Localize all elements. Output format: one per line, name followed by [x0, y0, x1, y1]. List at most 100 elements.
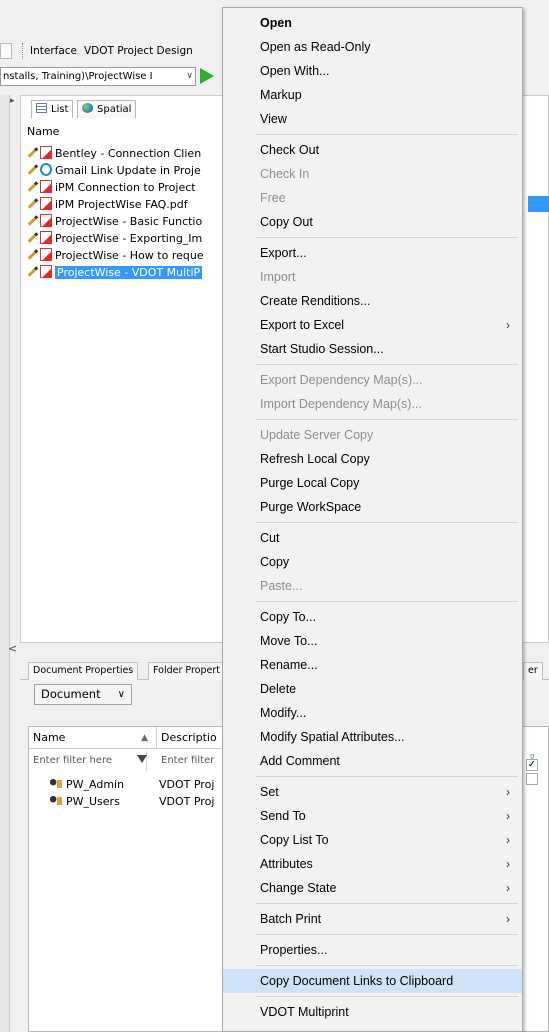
- path-combo[interactable]: nstalls, Training)\ProjectWise I ∨: [0, 67, 196, 86]
- pdf-file-icon: [40, 180, 52, 193]
- menu-item-label: Attributes: [260, 857, 313, 871]
- menu-item-label: Start Studio Session...: [260, 342, 384, 356]
- tab-folder-properties[interactable]: Folder Propert: [148, 662, 225, 680]
- menu-item-copy[interactable]: Copy: [223, 550, 522, 574]
- menu-item-purge-workspace[interactable]: Purge WorkSpace: [223, 495, 522, 519]
- menu-item-label: Cut: [260, 531, 280, 545]
- go-play-icon[interactable]: [200, 68, 214, 84]
- scroll-left-icon[interactable]: <: [8, 642, 17, 655]
- tab-list[interactable]: List: [31, 100, 74, 118]
- menu-item-check-out[interactable]: Check Out: [223, 138, 522, 162]
- menu-item-open-as-read-only[interactable]: Open as Read-Only: [223, 35, 522, 59]
- menu-item-start-studio-session[interactable]: Start Studio Session...: [223, 337, 522, 361]
- menu-item-paste[interactable]: Paste...: [223, 574, 522, 598]
- menu-item-purge-local-copy[interactable]: Purge Local Copy: [223, 471, 522, 495]
- user-row[interactable]: PW_Users: [49, 794, 120, 810]
- menu-item-label: Move To...: [260, 634, 318, 648]
- tab-document-properties[interactable]: Document Properties: [28, 662, 139, 680]
- document-row[interactable]: Gmail Link Update in Proje: [27, 163, 227, 179]
- menu-item-label: View: [260, 112, 287, 126]
- menu-item-properties[interactable]: Properties...: [223, 938, 522, 962]
- chevron-right-icon: ›: [506, 833, 510, 847]
- menu-item-copy-document-links-to-clipboard[interactable]: Copy Document Links to Clipboard: [223, 969, 522, 993]
- menu-item-modify-spatial-attributes[interactable]: Modify Spatial Attributes...: [223, 725, 522, 749]
- menu-item-cut[interactable]: Cut: [223, 526, 522, 550]
- menu-item-label: Send To: [260, 809, 306, 823]
- menu-item-modify[interactable]: Modify...: [223, 701, 522, 725]
- menu-item-label: Set: [260, 785, 279, 799]
- document-type-selector[interactable]: Document ∨: [34, 684, 132, 705]
- document-row-selected[interactable]: ProjectWise - VDOT MultiP: [27, 265, 227, 281]
- menu-item-import[interactable]: Import: [223, 265, 522, 289]
- menu-item-label: Import: [260, 270, 296, 284]
- document-row[interactable]: Bentley - Connection Clien: [27, 146, 227, 162]
- filter-icon[interactable]: [137, 755, 147, 763]
- document-row[interactable]: ProjectWise - Basic Functio: [27, 214, 227, 230]
- menu-item-free[interactable]: Free: [223, 186, 522, 210]
- tab-list-label: List: [51, 104, 69, 115]
- document-row[interactable]: iPM ProjectWise FAQ.pdf: [27, 197, 227, 213]
- menu-separator: [256, 237, 518, 238]
- menu-item-copy-to[interactable]: Copy To...: [223, 605, 522, 629]
- menu-item-view[interactable]: View: [223, 107, 522, 131]
- menu-separator: [256, 364, 518, 365]
- menu-item-send-to[interactable]: Send To ›: [223, 804, 522, 828]
- menu-item-move-to[interactable]: Move To...: [223, 629, 522, 653]
- menu-item-label: Open: [260, 16, 292, 30]
- menu-separator: [256, 903, 518, 904]
- menu-item-import-dependency-map-s[interactable]: Import Dependency Map(s)...: [223, 392, 522, 416]
- chevron-down-icon: ∨: [117, 689, 125, 700]
- menu-item-change-state[interactable]: Change State ›: [223, 876, 522, 900]
- menu-item-export-dependency-map-s[interactable]: Export Dependency Map(s)...: [223, 368, 522, 392]
- menu-item-label: Update Server Copy: [260, 428, 374, 442]
- menu-item-markup[interactable]: Markup: [223, 83, 522, 107]
- menu-item-export-to-excel[interactable]: Export to Excel ›: [223, 313, 522, 337]
- menu-item-check-in[interactable]: Check In: [223, 162, 522, 186]
- menu-item-rename[interactable]: Rename...: [223, 653, 522, 677]
- menu-item-create-renditions[interactable]: Create Renditions...: [223, 289, 522, 313]
- menu-separator: [256, 601, 518, 602]
- menu-separator: [256, 996, 518, 997]
- menu-item-batch-print[interactable]: Batch Print ›: [223, 907, 522, 931]
- toolbar-grip[interactable]: [22, 43, 26, 59]
- menu-item-label: Modify Spatial Attributes...: [260, 730, 405, 744]
- toolbar-dropdown-button[interactable]: [0, 43, 12, 59]
- menu-item-attributes[interactable]: Attributes ›: [223, 852, 522, 876]
- interface-selector[interactable]: VDOT Project Design: [84, 43, 193, 59]
- menu-item-export[interactable]: Export...: [223, 241, 522, 265]
- user-row[interactable]: PW_Admin: [49, 777, 124, 793]
- menu-item-refresh-local-copy[interactable]: Refresh Local Copy: [223, 447, 522, 471]
- pane-collapse-icon[interactable]: ▸: [10, 96, 15, 106]
- document-row[interactable]: iPM Connection to Project: [27, 180, 227, 196]
- menu-item-label: Check Out: [260, 143, 320, 157]
- menu-item-copy-out[interactable]: Copy Out: [223, 210, 522, 234]
- menu-item-set[interactable]: Set ›: [223, 780, 522, 804]
- name-column-header[interactable]: Name: [27, 125, 59, 138]
- document-row[interactable]: ProjectWise - How to reque: [27, 248, 227, 264]
- menu-item-open-with[interactable]: Open With...: [223, 59, 522, 83]
- document-type-value: Document: [41, 687, 101, 701]
- grid-header-name[interactable]: Name ▲: [29, 727, 157, 749]
- permission-checkbox-checked[interactable]: ✓: [526, 759, 538, 771]
- permission-checkbox[interactable]: [526, 773, 538, 785]
- menu-item-delete[interactable]: Delete: [223, 677, 522, 701]
- document-row[interactable]: ProjectWise - Exporting_Im: [27, 231, 227, 247]
- name-filter-input[interactable]: Enter filter here: [29, 751, 147, 771]
- tab-spatial[interactable]: Spatial: [77, 100, 137, 118]
- menu-item-copy-list-to[interactable]: Copy List To ›: [223, 828, 522, 852]
- menu-item-update-server-copy[interactable]: Update Server Copy: [223, 423, 522, 447]
- menu-item-vdot-multiprint[interactable]: VDOT Multiprint: [223, 1000, 522, 1024]
- menu-item-label: Properties...: [260, 943, 328, 957]
- chevron-down-icon[interactable]: ∨: [186, 68, 193, 85]
- pencil-icon: [27, 232, 39, 243]
- menu-item-label: Copy To...: [260, 610, 317, 624]
- permission-checkboxes: ✓: [526, 759, 538, 787]
- menu-item-label: Rename...: [260, 658, 318, 672]
- interface-label: Interface: [30, 45, 78, 57]
- user-group-icon: [49, 795, 63, 807]
- menu-item-add-comment[interactable]: Add Comment: [223, 749, 522, 773]
- menu-item-open[interactable]: Open: [223, 11, 522, 35]
- menu-separator: [256, 934, 518, 935]
- menu-item-label: VDOT Multiprint: [260, 1005, 349, 1019]
- tab-overflow[interactable]: er: [523, 662, 543, 680]
